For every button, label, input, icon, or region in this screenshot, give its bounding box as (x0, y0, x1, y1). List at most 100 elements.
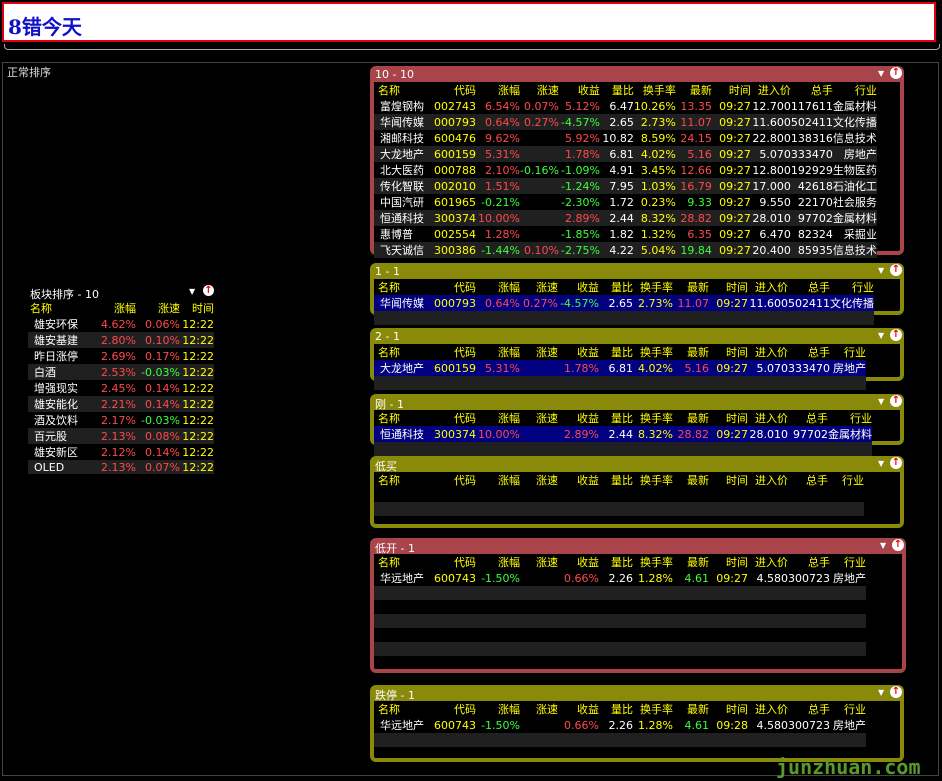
column-header[interactable]: 行业 (833, 82, 877, 98)
filter-icon[interactable]: ▼ (878, 688, 887, 697)
column-header[interactable]: 收益 (558, 554, 599, 570)
column-header[interactable]: 进入价 (748, 554, 788, 570)
column-header[interactable]: 代码 (434, 82, 476, 98)
stock-row[interactable]: 恒通科技 300374 10.00% 2.89% 2.44 8.32% 28.82 09:27… (374, 210, 877, 226)
column-header[interactable]: 涨速 (520, 472, 558, 488)
column-header[interactable]: 换手率 (633, 554, 673, 570)
column-header[interactable]: 行业 (830, 701, 866, 717)
column-header[interactable]: 行业 (830, 344, 866, 360)
column-header[interactable]: 最新 (673, 701, 709, 717)
column-header[interactable]: 行业 (828, 410, 872, 426)
column-header[interactable]: 涨速 (520, 279, 558, 295)
column-header[interactable]: 涨幅 (94, 300, 136, 316)
column-header[interactable]: 时间 (712, 82, 751, 98)
column-header[interactable]: 最新 (673, 472, 709, 488)
sort-up-icon[interactable]: ↑ (892, 539, 904, 551)
sector-row[interactable]: 增强现实 2.45% 0.14% 12:22 (28, 380, 214, 396)
column-header[interactable]: 最新 (673, 344, 709, 360)
window-titlebar[interactable]: 1 - 1 ▼ ↑ (374, 264, 902, 279)
filter-icon[interactable]: ▼ (880, 541, 889, 550)
column-header[interactable]: 收益 (558, 701, 599, 717)
column-header[interactable]: 代码 (434, 410, 476, 426)
stock-window-low-buy[interactable]: 低买 ▼ ↑ 名称 代码 涨幅 涨速 收益 量比 换手率 最新 时间 进入价 总手 行业 (370, 456, 904, 528)
column-header[interactable]: 总手 (788, 410, 828, 426)
column-header[interactable]: 总手 (791, 82, 833, 98)
filter-icon[interactable]: ▼ (189, 287, 198, 296)
stock-window-all[interactable]: 10 - 10 ▼ ↑ 名称 代码 涨幅 涨速 收益 量比 换手率 最新 时间 进入价 总手 行业 富煌钢构 0… (370, 66, 904, 258)
window-titlebar[interactable]: 低买 ▼ ↑ (374, 457, 902, 473)
column-header[interactable]: 收益 (558, 344, 599, 360)
column-header[interactable]: 进入价 (748, 279, 788, 295)
column-header[interactable]: 名称 (374, 410, 434, 426)
sector-row[interactable]: OLED 2.13% 0.07% 12:22 (28, 460, 214, 474)
column-header[interactable]: 涨幅 (476, 82, 520, 98)
column-header[interactable]: 进入价 (748, 410, 788, 426)
column-header[interactable]: 涨幅 (476, 410, 520, 426)
column-header[interactable]: 最新 (676, 82, 712, 98)
stock-row[interactable]: 中国汽研 601965 -0.21% -2.30% 1.72 0.23% 9.33 09:27… (374, 194, 877, 210)
stock-row[interactable]: 华闻传媒 000793 0.64% 0.27% -4.57% 2.65 2.73% 11.07… (374, 295, 874, 311)
column-header[interactable]: 代码 (434, 472, 476, 488)
sector-row[interactable]: 百元股 2.13% 0.08% 12:22 (28, 428, 214, 444)
column-header[interactable]: 代码 (434, 701, 476, 717)
column-header[interactable]: 涨幅 (476, 279, 520, 295)
column-header[interactable]: 总手 (788, 554, 830, 570)
column-header[interactable]: 最新 (673, 279, 709, 295)
stock-window-gang[interactable]: 刚 - 1 ▼ ↑ 名称 代码 涨幅 涨速 收益 量比 换手率 最新 时间 进入价 总手 行业 恒通科技 300… (370, 394, 904, 456)
stock-row[interactable]: 大龙地产 600159 5.31% 1.78% 6.81 4.02% 5.16 09:27 5.… (374, 360, 866, 376)
column-header[interactable]: 涨速 (520, 701, 558, 717)
column-header[interactable]: 量比 (599, 472, 633, 488)
stock-window-low-open[interactable]: 低开 - 1 ▼ ↑ 名称 代码 涨幅 涨速 收益 量比 换手率 最新 时间 进入价 总手 行业 华远地产 60… (370, 538, 906, 673)
column-header[interactable]: 总手 (788, 472, 828, 488)
column-header[interactable]: 涨速 (520, 344, 558, 360)
column-header[interactable]: 收益 (558, 279, 599, 295)
column-header[interactable]: 进入价 (748, 701, 788, 717)
column-header[interactable]: 行业 (830, 279, 874, 295)
column-header[interactable]: 涨速 (136, 300, 180, 316)
sector-row[interactable]: 雄安能化 2.21% 0.14% 12:22 (28, 396, 214, 412)
column-header[interactable]: 时间 (709, 410, 748, 426)
column-header[interactable]: 名称 (374, 472, 434, 488)
column-header[interactable]: 总手 (788, 701, 830, 717)
window-titlebar[interactable]: 2 - 1 ▼ ↑ (374, 329, 902, 344)
stock-row[interactable]: 湘邮科技 600476 9.62% 5.92% 10.82 8.59% 24.15 09:27… (374, 130, 877, 146)
sector-row[interactable]: 雄安环保 4.62% 0.06% 12:22 (28, 316, 214, 332)
column-header[interactable]: 代码 (434, 554, 476, 570)
window-titlebar[interactable]: 10 - 10 ▼ ↑ (374, 67, 902, 82)
stock-row[interactable]: 华闻传媒 000793 0.64% 0.27% -4.57% 2.65 2.73% 11.07… (374, 114, 877, 130)
column-header[interactable]: 量比 (599, 701, 633, 717)
column-header[interactable]: 名称 (374, 279, 434, 295)
column-header[interactable]: 行业 (830, 554, 866, 570)
sector-row[interactable]: 昨日涨停 2.69% 0.17% 12:22 (28, 348, 214, 364)
stock-row[interactable]: 富煌钢构 002743 6.54% 0.07% 5.12% 6.47 10.26% 13.35… (374, 98, 877, 114)
filter-icon[interactable]: ▼ (878, 266, 887, 275)
column-header[interactable]: 代码 (434, 279, 476, 295)
column-header[interactable]: 换手率 (633, 701, 673, 717)
column-header[interactable]: 时间 (709, 472, 748, 488)
window-titlebar[interactable]: 跌停 - 1 ▼ ↑ (374, 686, 902, 702)
filter-icon[interactable]: ▼ (878, 459, 887, 468)
column-header[interactable]: 代码 (434, 344, 476, 360)
stock-row[interactable]: 北大医药 000788 2.10% -0.16% -1.09% 4.91 3.45% 12.6… (374, 162, 877, 178)
sector-row[interactable]: 白酒 2.53% -0.03% 12:22 (28, 364, 214, 380)
column-header[interactable]: 换手率 (633, 472, 673, 488)
sort-up-icon[interactable]: ↑ (890, 67, 902, 79)
column-header[interactable]: 量比 (599, 279, 633, 295)
stock-row[interactable]: 华远地产 600743 -1.50% 0.66% 2.26 1.28% 4.61 09:28 4… (374, 717, 866, 733)
column-header[interactable]: 涨速 (520, 410, 558, 426)
column-header[interactable]: 进入价 (751, 82, 791, 98)
column-header[interactable]: 名称 (28, 300, 94, 316)
column-header[interactable]: 换手率 (633, 279, 673, 295)
stock-row[interactable]: 传化智联 002010 1.51% -1.24% 7.95 1.03% 16.79 09:27… (374, 178, 877, 194)
filter-icon[interactable]: ▼ (878, 69, 887, 78)
column-header[interactable]: 量比 (599, 554, 633, 570)
column-header[interactable]: 最新 (673, 554, 709, 570)
column-header[interactable]: 涨速 (520, 82, 559, 98)
column-header[interactable]: 量比 (600, 82, 634, 98)
column-header[interactable]: 总手 (788, 279, 830, 295)
column-header[interactable]: 时间 (709, 554, 748, 570)
filter-icon[interactable]: ▼ (878, 331, 887, 340)
sort-up-icon[interactable]: ↑ (890, 395, 902, 407)
sector-row[interactable]: 酒及饮料 2.17% -0.03% 12:22 (28, 412, 214, 428)
stock-row[interactable]: 惠博普 002554 1.28% -1.85% 1.82 1.32% 6.35 09:27 6.… (374, 226, 877, 242)
